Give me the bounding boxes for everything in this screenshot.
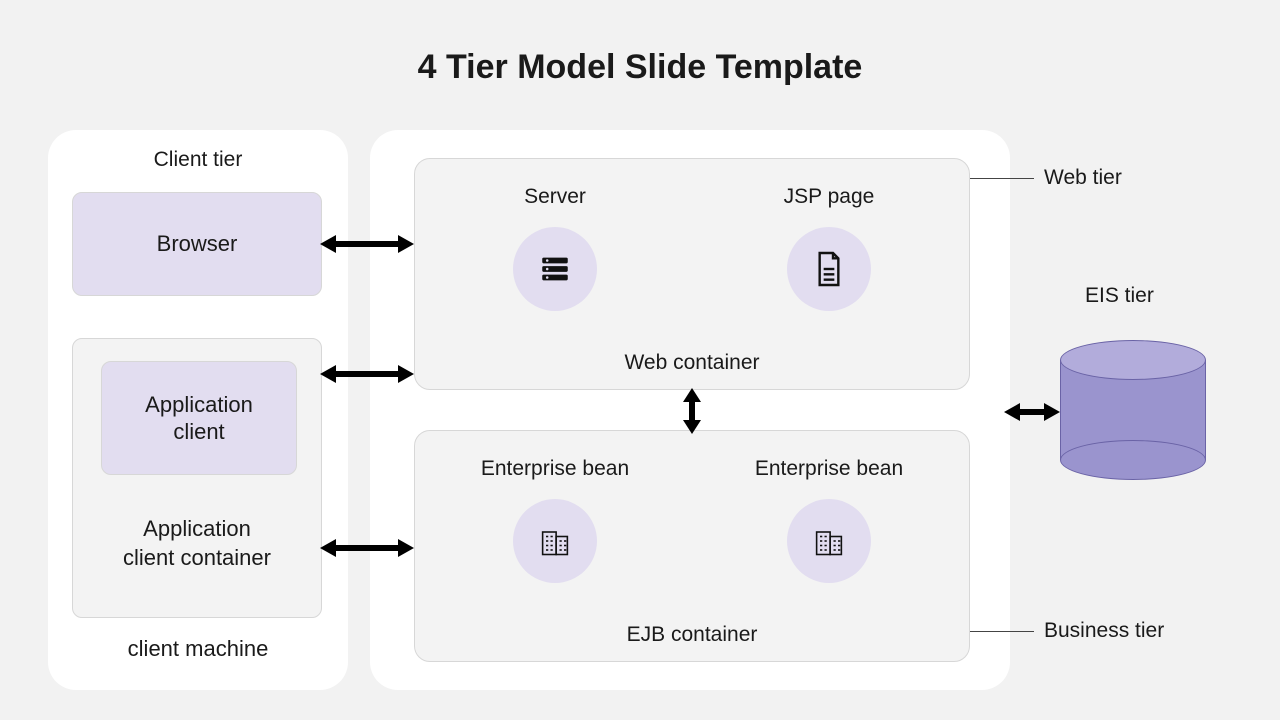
enterprise-bean-label-2: Enterprise bean	[729, 457, 929, 481]
web-container-box: Server JSP page	[414, 158, 970, 390]
enterprise-bean-label-1: Enterprise bean	[455, 457, 655, 481]
browser-box: Browser	[72, 192, 322, 296]
enterprise-bean-node-1: Enterprise bean	[455, 457, 655, 583]
application-client-container-label: Application client container	[73, 515, 321, 572]
web-tier-label: Web tier	[1044, 166, 1122, 190]
jsp-node-label: JSP page	[729, 185, 929, 209]
jsp-node: JSP page	[729, 185, 929, 311]
ejb-container-box: Enterprise bean Enterprise bean	[414, 430, 970, 662]
building-icon	[513, 499, 597, 583]
eis-tier-label: EIS tier	[1085, 284, 1154, 308]
web-container-label: Web container	[415, 351, 969, 375]
slide-title: 4 Tier Model Slide Template	[0, 48, 1280, 87]
building-icon	[787, 499, 871, 583]
database-cylinder-icon	[1060, 340, 1206, 480]
business-tier-callout-line	[970, 631, 1034, 632]
client-machine-label: client machine	[48, 636, 348, 662]
client-tier-title: Client tier	[48, 148, 348, 172]
server-panel: Server JSP page	[370, 130, 1010, 690]
application-client-box: Application client	[101, 361, 297, 475]
document-icon	[787, 227, 871, 311]
web-tier-callout-line	[970, 178, 1034, 179]
application-client-container-box: Application client Application client co…	[72, 338, 322, 618]
enterprise-bean-node-2: Enterprise bean	[729, 457, 929, 583]
server-icon	[513, 227, 597, 311]
server-node: Server	[455, 185, 655, 311]
arrow-server-to-eis	[1004, 400, 1060, 424]
client-tier-panel: Client tier Browser Application client A…	[48, 130, 348, 690]
business-tier-label: Business tier	[1044, 619, 1164, 643]
ejb-container-label: EJB container	[415, 623, 969, 647]
server-node-label: Server	[455, 185, 655, 209]
application-client-label: Application client	[145, 391, 253, 446]
browser-label: Browser	[157, 231, 238, 257]
